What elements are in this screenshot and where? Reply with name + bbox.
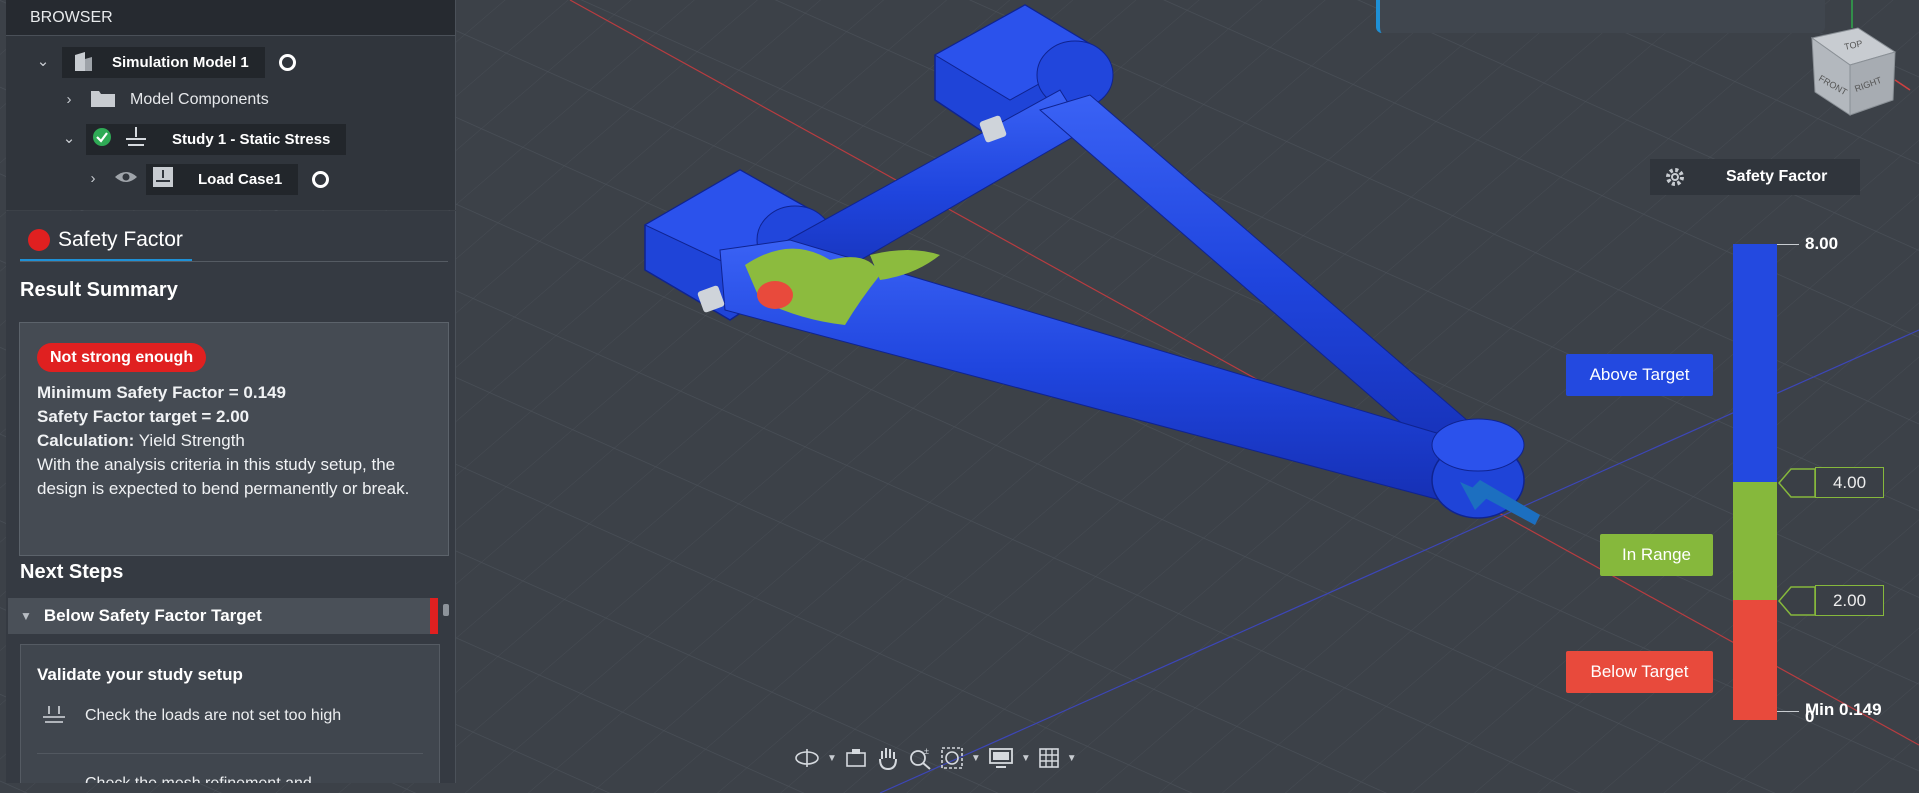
severity-flag — [430, 598, 438, 634]
result-summary-box: Not strong enough Minimum Safety Factor … — [19, 322, 449, 556]
load-case-node[interactable]: Load Case1 — [146, 163, 299, 195]
active-state-icon[interactable] — [312, 170, 330, 188]
next-steps-title: Next Steps — [20, 561, 124, 583]
model-icon — [72, 51, 94, 73]
display-settings-icon[interactable] — [987, 746, 1015, 770]
active-state-icon[interactable] — [278, 53, 296, 71]
chevron-down-icon[interactable]: ▼ — [827, 753, 837, 764]
static-stress-icon — [124, 126, 148, 152]
tree-row-model-components[interactable]: › Model Components — [62, 84, 269, 116]
above-target-label: Above Target — [1566, 354, 1713, 396]
load-icon — [41, 705, 67, 730]
folder-icon — [90, 88, 116, 113]
below-target-label: Below Target — [1566, 651, 1713, 693]
max-tick — [1777, 244, 1799, 245]
calculation-line: Calculation: Yield Strength — [37, 431, 245, 450]
in-range-label: In Range — [1600, 534, 1713, 576]
tab-label: Safety Factor — [58, 228, 183, 251]
fit-window-icon[interactable] — [939, 745, 965, 771]
pan-hand-icon[interactable] — [875, 745, 901, 771]
tree-label: Simulation Model 1 — [112, 53, 249, 71]
lower-threshold-input[interactable]: 2.00 — [1815, 585, 1884, 616]
legend-title: Safety Factor — [1726, 168, 1828, 185]
results-panel: Safety Factor Result Summary Not strong … — [6, 211, 456, 783]
tab-divider — [20, 261, 448, 262]
min-tick — [1777, 711, 1799, 712]
tab-safety-factor[interactable]: Safety Factor — [20, 221, 192, 262]
chevron-down-icon[interactable]: ▼ — [1021, 753, 1031, 764]
chevron-right-icon[interactable]: › — [62, 92, 76, 107]
grid-icon[interactable] — [1037, 746, 1061, 770]
scrollbar-thumb[interactable] — [443, 604, 449, 616]
look-at-icon[interactable] — [843, 746, 869, 770]
browser-header: BROWSER — [6, 0, 455, 36]
chevron-down-icon[interactable]: ⌄ — [62, 131, 76, 146]
legend-color-bar — [1733, 244, 1777, 720]
zoom-icon[interactable]: ± — [907, 745, 933, 771]
safety-factor-target-line: Safety Factor target = 2.00 — [37, 407, 250, 426]
chevron-down-icon[interactable]: ▼ — [1067, 753, 1077, 764]
tree-row-simulation-model[interactable]: ⌄ Simulation Model 1 — [36, 46, 296, 78]
status-badge: Not strong enough — [37, 343, 207, 372]
result-summary-title: Result Summary — [20, 279, 178, 301]
validate-item-mesh: Check the mesh refinement and — [85, 775, 312, 783]
check-circle-icon — [92, 127, 112, 151]
validate-title: Validate your study setup — [37, 665, 243, 684]
tree-row-study[interactable]: ⌄ Study 1 - Static Stress — [62, 123, 347, 155]
legend-below-segment — [1733, 600, 1777, 720]
legend-in-range-segment — [1733, 482, 1777, 600]
validate-card: Validate your study setup Check the load… — [20, 644, 440, 783]
navigation-toolbar: ▼ ± ▼ ▼ ▼ — [793, 740, 1123, 776]
below-target-section-header[interactable]: ▼ Below Safety Factor Target — [8, 598, 438, 634]
tree-label: Load Case1 — [198, 170, 283, 188]
caret-down-icon: ▼ — [20, 609, 32, 623]
legend-min-label: Min 0.149 — [1805, 700, 1882, 719]
validate-item-loads: Check the loads are not set too high — [85, 707, 342, 724]
status-dot-icon — [28, 229, 50, 251]
legend-max-value: 8.00 — [1805, 234, 1839, 253]
gear-icon[interactable] — [1664, 166, 1686, 193]
chevron-down-icon[interactable]: ⌄ — [36, 54, 50, 69]
divider — [37, 753, 423, 754]
svg-text:±: ± — [924, 746, 929, 756]
load-case-icon — [152, 166, 174, 192]
chevron-down-icon[interactable]: ▼ — [971, 753, 981, 764]
study-node[interactable]: Study 1 - Static Stress — [86, 123, 347, 155]
upper-threshold-marker[interactable] — [1777, 467, 1817, 499]
min-safety-factor-line: Minimum Safety Factor = 0.149 — [37, 383, 286, 402]
chevron-right-icon[interactable]: › — [86, 171, 100, 186]
orbit-icon[interactable] — [793, 746, 821, 770]
tree-label: Model Components — [130, 91, 269, 108]
lower-threshold-marker[interactable] — [1777, 585, 1817, 617]
legend-above-segment — [1733, 244, 1777, 482]
summary-description: With the analysis criteria in this study… — [37, 455, 410, 498]
tree-label: Study 1 - Static Stress — [172, 130, 331, 148]
simulation-model-node[interactable]: Simulation Model 1 — [62, 46, 265, 78]
below-target-section-label: Below Safety Factor Target — [43, 606, 262, 625]
top-panel-fragment — [1376, 0, 1825, 33]
legend-header[interactable]: Safety Factor — [1650, 159, 1860, 195]
browser-panel: BROWSER ⌄ Simulation Model 1 › Model Com… — [6, 0, 456, 210]
upper-threshold-input[interactable]: 4.00 — [1815, 467, 1884, 498]
eye-icon[interactable] — [114, 169, 138, 190]
tree-row-load-case[interactable]: › Load Case1 — [86, 163, 330, 195]
